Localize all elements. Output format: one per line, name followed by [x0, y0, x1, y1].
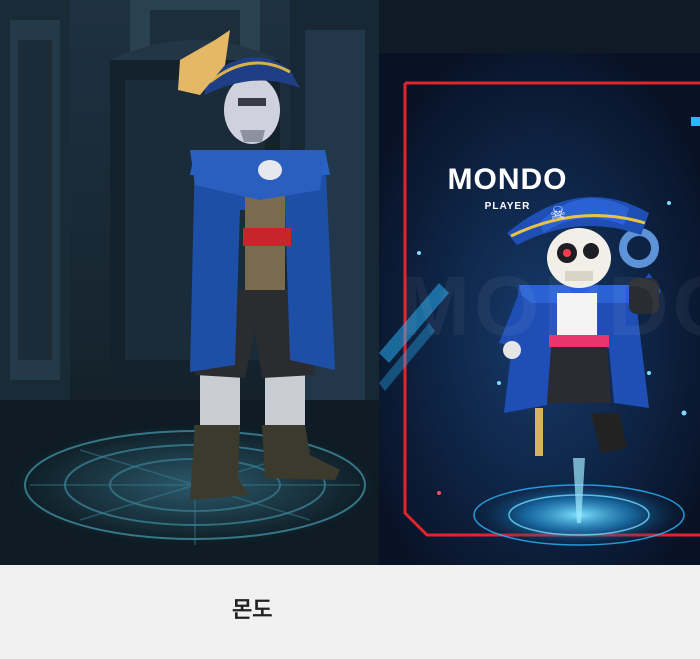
game-character-comparison: MONDO PLAYER ☠ MONDO: [0, 0, 700, 565]
character-role-subtitle: PLAYER: [484, 201, 531, 212]
character-caption: 몬도: [232, 598, 273, 623]
card-watermark-text: MONDO: [400, 259, 700, 353]
in-game-sprite-panel: [0, 0, 379, 565]
caption-bar: [0, 565, 700, 659]
pirate-sprite: [178, 30, 340, 500]
skull-crossbones-icon: ☠: [549, 203, 567, 224]
character-name-title: MONDO: [447, 163, 568, 196]
